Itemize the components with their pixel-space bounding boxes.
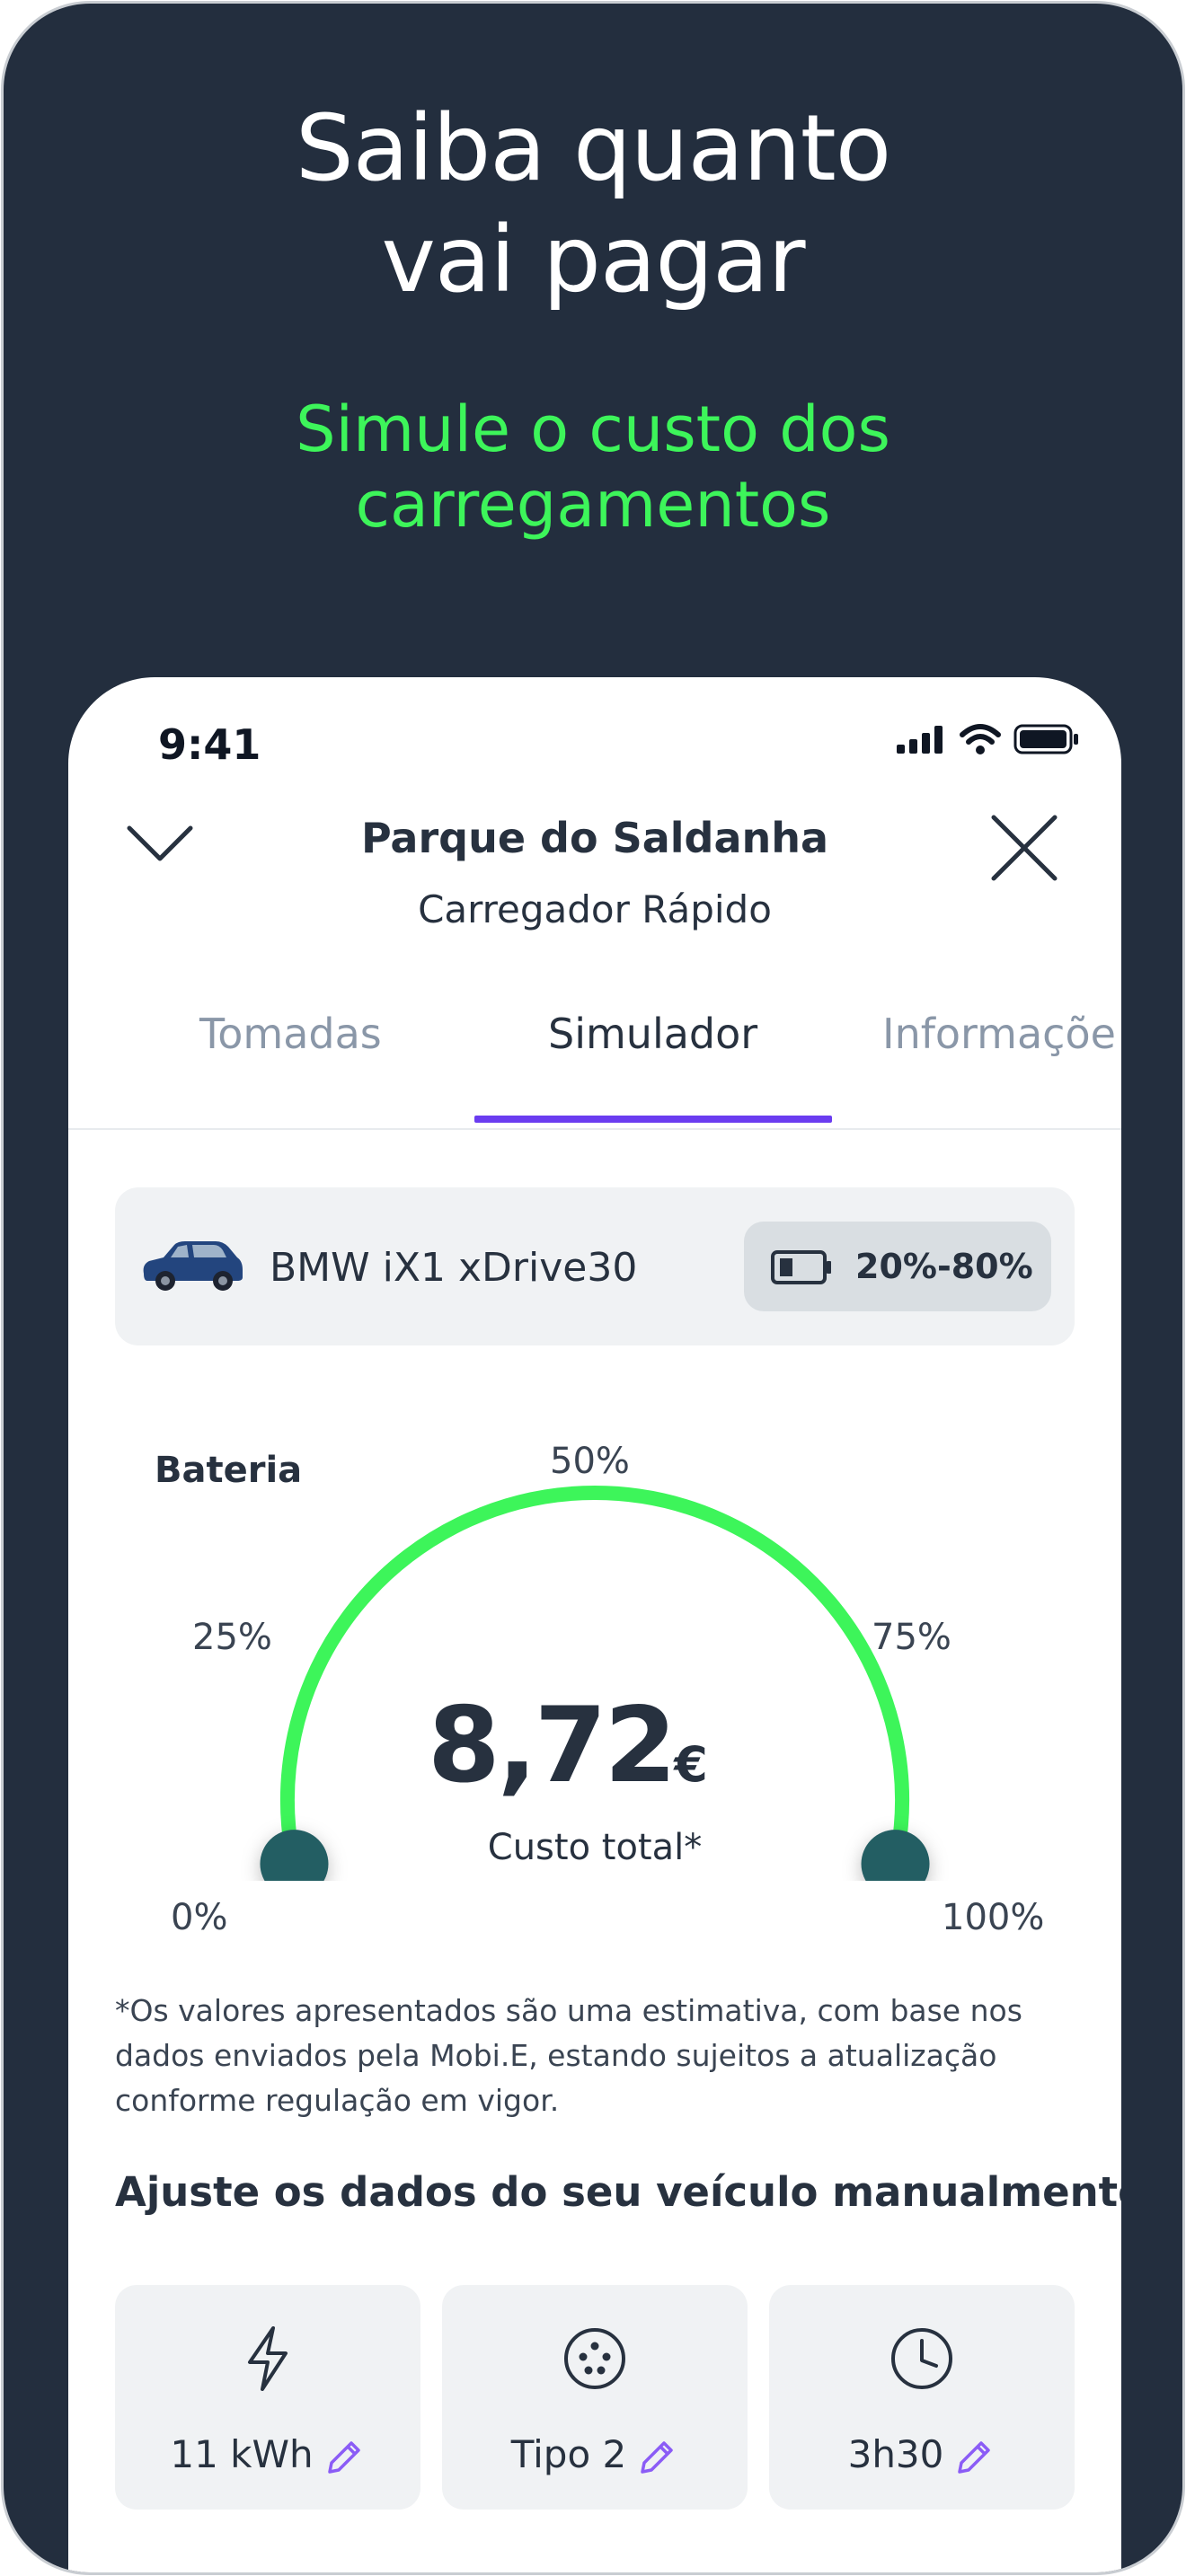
clock-icon (891, 2328, 952, 2389)
vehicle-card[interactable]: BMW iX1 xDrive30 20%-80% (115, 1187, 1075, 1345)
battery-status-icon (1013, 724, 1078, 754)
lightning-icon (248, 2326, 288, 2391)
tab-tomadas[interactable]: Tomadas (199, 1010, 382, 1058)
vehicle-name: BMW iX1 xDrive30 (270, 1245, 638, 1291)
manual-section-title: Ajuste os dados do seu veículo manualmen… (115, 2168, 1121, 2216)
status-time: 9:41 (158, 720, 261, 769)
gauge-label-75: 75% (872, 1617, 951, 1658)
cost-currency: € (674, 1736, 708, 1793)
gauge-title: Bateria (155, 1450, 303, 1491)
edit-pencil-icon (641, 2440, 673, 2474)
gauge-label-0: 0% (171, 1897, 228, 1938)
gauge-active-range (280, 1485, 909, 1872)
promo-frame: Saiba quanto vai pagar Simule o custo do… (4, 4, 1182, 2572)
cost-amount: 8,72 (428, 1685, 677, 1806)
tab-bar: Tomadas Simulador Informaçõe (68, 1010, 1121, 1128)
subline-line-1: Simule o custo dos (296, 393, 890, 466)
active-tab-indicator (474, 1116, 832, 1123)
close-icon (991, 815, 1058, 881)
close-button[interactable] (988, 812, 1060, 887)
param-card-power[interactable]: 11 kWh (115, 2285, 420, 2510)
subline-line-2: carregamentos (355, 468, 831, 542)
edit-pencil-icon (958, 2440, 991, 2474)
param-power-value: 11 kWh (170, 2432, 314, 2476)
tab-informacoes[interactable]: Informaçõe (882, 1010, 1116, 1058)
battery-range-text: 20%-80% (855, 1247, 1033, 1286)
status-icons (897, 724, 1080, 754)
gauge-label-50: 50% (550, 1441, 630, 1482)
tabs-divider (68, 1128, 1121, 1130)
plug-type-icon (564, 2328, 625, 2389)
param-duration-value: 3h30 (847, 2432, 944, 2476)
headline-line-1: Saiba quanto (295, 95, 891, 202)
page-subtitle: Carregador Rápido (418, 887, 772, 931)
battery-range-badge[interactable]: 20%-80% (744, 1222, 1051, 1311)
edit-pencil-icon (327, 2440, 360, 2474)
param-connector-value: Tipo 2 (510, 2432, 627, 2476)
promo-subline: Simule o custo dos carregamentos (4, 392, 1182, 543)
car-image (143, 1241, 243, 1291)
gauge-label-100: 100% (942, 1897, 1045, 1938)
battery-gauge: Bateria 50% 25% 75% 0% 100% 8,72€ Custo … (68, 1414, 1121, 1938)
param-card-connector[interactable]: Tipo 2 (442, 2285, 748, 2510)
param-card-duration[interactable]: 3h30 (769, 2285, 1075, 2510)
page-title: Parque do Saldanha (360, 814, 829, 862)
total-cost-label: Custo total* (487, 1827, 703, 1868)
disclaimer-text: *Os valores apresentados são uma estimat… (115, 1993, 1022, 2118)
phone-screen: 9:41 Parque do Saldanha Carregador Rápid… (68, 677, 1121, 2572)
gauge-label-25: 25% (192, 1617, 272, 1658)
headline-line-2: vai pagar (381, 207, 805, 313)
promo-headline: Saiba quanto vai pagar (4, 93, 1182, 316)
total-cost-value: 8,72€ (428, 1685, 708, 1806)
battery-icon (771, 1250, 831, 1284)
wifi-icon (960, 724, 1001, 754)
signal-icon (897, 726, 943, 754)
tab-simulador[interactable]: Simulador (548, 1010, 757, 1058)
